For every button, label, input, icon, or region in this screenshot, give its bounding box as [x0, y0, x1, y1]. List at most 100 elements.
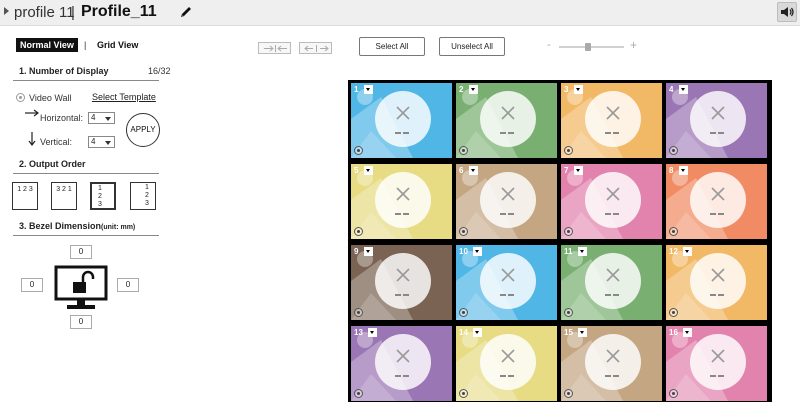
display-tile[interactable]: 4: [666, 83, 767, 158]
chevron-down-icon[interactable]: [683, 247, 692, 256]
bezel-dimension-title: 3. Bezel Dimension(unit: mm): [19, 221, 135, 231]
number-of-display-title: 1. Number of Display: [19, 66, 109, 76]
bezel-top-input[interactable]: 0: [70, 245, 92, 259]
chevron-down-icon[interactable]: [469, 166, 478, 175]
display-tile[interactable]: 11: [561, 245, 662, 320]
chevron-down-icon[interactable]: [679, 166, 688, 175]
chevron-down-icon: [105, 117, 111, 121]
pencil-icon[interactable]: [179, 5, 193, 19]
display-select-radio[interactable]: [564, 389, 573, 398]
tab-normal-view[interactable]: Normal View: [16, 38, 78, 52]
chevron-down-icon[interactable]: [364, 166, 373, 175]
zoom-in-button[interactable]: +: [630, 38, 637, 52]
display-select-radio[interactable]: [669, 308, 678, 317]
display-number: 15: [564, 328, 573, 337]
bezel-right-input[interactable]: 0: [117, 278, 139, 292]
display-select-radio[interactable]: [669, 389, 678, 398]
display-select-radio[interactable]: [354, 308, 363, 317]
apply-button[interactable]: APPLY: [126, 113, 160, 147]
select-template-link[interactable]: Select Template: [92, 92, 156, 102]
display-select-radio[interactable]: [354, 389, 363, 398]
horizontal-select[interactable]: 4: [88, 112, 115, 124]
profile-label: profile 11: [14, 4, 75, 21]
tab-grid-view[interactable]: Grid View: [97, 38, 138, 52]
display-number: 1: [354, 85, 359, 94]
display-tile[interactable]: 9: [351, 245, 452, 320]
display-tile[interactable]: 13: [351, 326, 452, 401]
display-select-radio[interactable]: [459, 308, 468, 317]
display-tile[interactable]: 1: [351, 83, 452, 158]
display-tile[interactable]: 8: [666, 164, 767, 239]
order-option-top-down-right[interactable]: 123: [130, 182, 156, 210]
section-divider: [13, 80, 159, 81]
monitor-unlock-icon[interactable]: [53, 263, 109, 311]
display-select-radio[interactable]: [459, 227, 468, 236]
display-select-radio[interactable]: [564, 227, 573, 236]
profile-name: Profile_11: [81, 3, 157, 20]
display-tile[interactable]: 2: [456, 83, 557, 158]
collapse-caret-icon[interactable]: [4, 7, 9, 15]
display-select-radio[interactable]: [354, 146, 363, 155]
display-select-radio[interactable]: [564, 308, 573, 317]
chevron-down-icon[interactable]: [469, 85, 478, 94]
chevron-down-icon[interactable]: [364, 247, 373, 256]
display-select-radio[interactable]: [669, 227, 678, 236]
chevron-down-icon[interactable]: [679, 85, 688, 94]
speaker-icon: [781, 7, 794, 17]
display-number: 6: [459, 166, 464, 175]
bezel-unit: (unit: mm): [101, 224, 136, 231]
display-number: 4: [669, 85, 674, 94]
display-tile[interactable]: 14: [456, 326, 557, 401]
display-tile[interactable]: 12: [666, 245, 767, 320]
order-option-top-down-left[interactable]: 123: [90, 182, 116, 210]
display-number: 3: [564, 85, 569, 94]
split-horizontal-button[interactable]: [299, 42, 332, 54]
display-number: 9: [354, 247, 359, 256]
chevron-down-icon[interactable]: [368, 328, 377, 337]
chevron-down-icon[interactable]: [574, 85, 583, 94]
display-number: 14: [459, 328, 468, 337]
video-wall-radio[interactable]: [16, 93, 25, 102]
display-tile[interactable]: 5: [351, 164, 452, 239]
bezel-bottom-input[interactable]: 0: [70, 315, 92, 329]
chevron-down-icon[interactable]: [574, 166, 583, 175]
zoom-slider-track[interactable]: [559, 46, 624, 48]
select-all-button[interactable]: Select All: [359, 37, 425, 56]
zoom-slider-thumb[interactable]: [585, 43, 591, 51]
image-placeholder-icon: [351, 164, 452, 239]
chevron-down-icon[interactable]: [578, 328, 587, 337]
display-select-radio[interactable]: [459, 146, 468, 155]
display-tile[interactable]: 6: [456, 164, 557, 239]
display-tile[interactable]: 10: [456, 245, 557, 320]
speaker-button[interactable]: [777, 2, 797, 22]
display-select-radio[interactable]: [459, 389, 468, 398]
vertical-value: 4: [91, 137, 96, 146]
chevron-down-icon[interactable]: [473, 328, 482, 337]
chevron-down-icon[interactable]: [578, 247, 587, 256]
display-number: 2: [459, 85, 464, 94]
display-tile[interactable]: 3: [561, 83, 662, 158]
chevron-down-icon[interactable]: [683, 328, 692, 337]
vertical-select[interactable]: 4: [88, 136, 115, 148]
order-option-left-to-right[interactable]: 1 2 3: [12, 182, 38, 210]
merge-horizontal-button[interactable]: [258, 42, 291, 54]
image-placeholder-icon: [351, 326, 452, 401]
unselect-all-button[interactable]: Unselect All: [439, 37, 505, 56]
arrows-outward-icon: [304, 45, 329, 52]
chevron-down-icon[interactable]: [364, 85, 373, 94]
display-select-radio[interactable]: [564, 146, 573, 155]
display-select-radio[interactable]: [669, 146, 678, 155]
display-tile[interactable]: 15: [561, 326, 662, 401]
vertical-label: Vertical:: [40, 137, 73, 147]
image-placeholder-icon: [456, 245, 557, 320]
display-tile[interactable]: 16: [666, 326, 767, 401]
chevron-down-icon[interactable]: [473, 247, 482, 256]
display-tile[interactable]: 7: [561, 164, 662, 239]
display-number: 10: [459, 247, 468, 256]
display-select-radio[interactable]: [354, 227, 363, 236]
arrow-down-icon: [28, 132, 36, 146]
order-option-right-to-left[interactable]: 3 2 1: [51, 182, 77, 210]
zoom-out-button[interactable]: -: [547, 39, 551, 51]
display-number: 8: [669, 166, 674, 175]
bezel-left-input[interactable]: 0: [21, 278, 43, 292]
